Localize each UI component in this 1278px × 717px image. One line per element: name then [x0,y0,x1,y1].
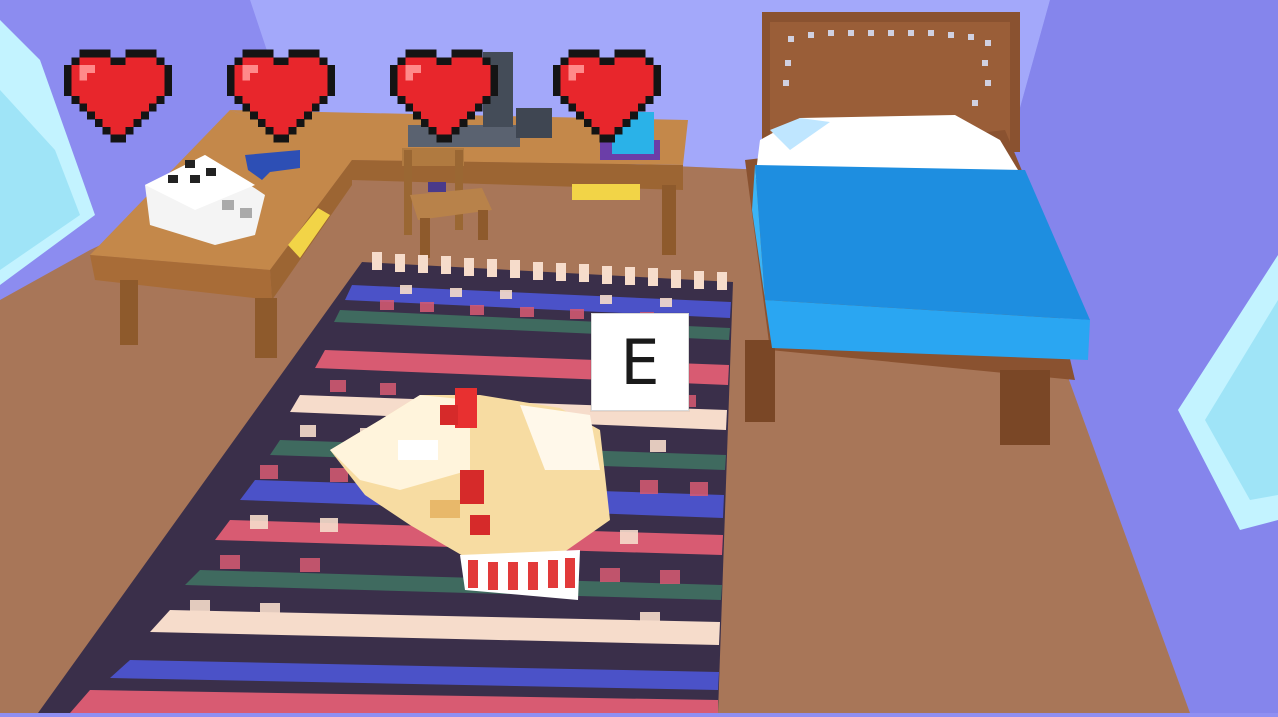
monitor [483,52,513,127]
chair-post [404,150,412,235]
chair-leg [478,210,488,240]
keyboard [408,125,520,147]
box-dot [240,208,252,218]
bed-leg [745,340,775,422]
lamp [612,112,654,154]
bed-leg [1000,370,1050,445]
mouse [516,108,552,138]
box-dot [222,200,234,210]
desk-drawer-handle [572,184,640,200]
interact-key-prompt: E [591,313,689,411]
desk-leg-front [255,298,277,358]
chair-cushion [428,182,446,192]
box-dot [185,160,195,168]
box-dot [168,175,178,183]
desk-leg-left [120,280,138,345]
desk-leg [662,185,676,255]
chair-leg [420,218,430,258]
box-dot [206,168,216,176]
box-dot [190,175,200,183]
interact-key-label: E [620,325,660,399]
